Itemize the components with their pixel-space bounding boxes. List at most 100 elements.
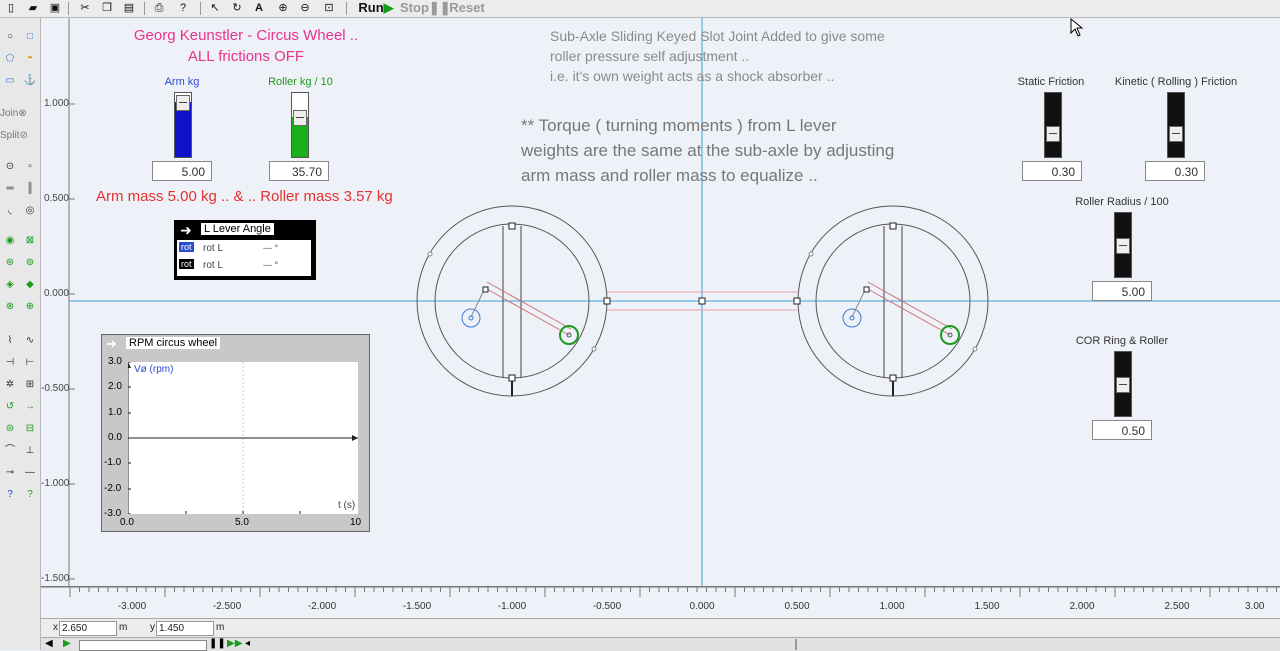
rpm-y-tick: 1.0 — [108, 407, 122, 418]
cor-thumb[interactable] — [1116, 377, 1130, 393]
rpm-y-tick: 2.0 — [108, 381, 122, 392]
motor2-tool-icon[interactable]: ⊜ — [0, 422, 20, 436]
polygon-tool-icon[interactable]: ⬠ — [0, 52, 20, 66]
anchor-tool-icon[interactable]: ⚓ — [20, 74, 40, 88]
spring-tool-icon[interactable]: ⌇ — [0, 334, 20, 348]
static-friction-slider[interactable] — [1044, 92, 1062, 158]
actuator-tool-icon[interactable]: ⊠ — [20, 234, 40, 248]
y-coord-unit: m — [216, 622, 225, 633]
cor-input[interactable]: 0.50 — [1092, 420, 1152, 440]
motor-tool-icon[interactable]: ◉ — [0, 234, 20, 248]
title-line-1: Georg Keunstler - Circus Wheel .. — [133, 27, 359, 44]
static-friction-thumb[interactable] — [1046, 126, 1060, 142]
roller-slider[interactable] — [291, 92, 309, 158]
circle-tool-icon[interactable]: ○ — [0, 30, 20, 44]
roller-radius-slider[interactable] — [1114, 212, 1132, 278]
toolbar: ▯ ▰ ▣ ✂ ❐ ▤ ⎙ ? ↖ ↻ A ⊕ ⊖ ⊡ Run▶ Stop❚❚ … — [0, 0, 1280, 18]
rot-damper-tool-icon[interactable]: ⊞ — [20, 378, 40, 392]
zoom-out-icon[interactable]: ⊖ — [298, 0, 312, 16]
stop-button[interactable]: Stop❚❚ — [400, 0, 451, 16]
lever-angle-meter[interactable]: ➜ L Lever Angle rot rot L --- ° rot rot … — [174, 220, 316, 280]
rope-tool-icon[interactable]: ║ — [20, 182, 40, 196]
gear-tool-icon[interactable]: ⊛ — [0, 256, 20, 270]
rpm-graph[interactable]: ➜ RPM circus wheel Vø (rpm) t (s) 3.0 2.… — [101, 334, 370, 532]
zoom-in-icon[interactable]: ⊕ — [276, 0, 290, 16]
damper2-tool-icon[interactable]: ⊢ — [20, 356, 40, 370]
arrow-icon: ➜ — [106, 336, 117, 351]
kinetic-friction-thumb[interactable] — [1169, 126, 1183, 142]
curved-tool-icon[interactable]: ◓ — [20, 52, 40, 66]
help-icon[interactable]: ? — [176, 0, 190, 16]
new-file-icon[interactable]: ▯ — [4, 0, 18, 16]
pointer-icon[interactable]: ↖ — [208, 0, 222, 16]
x-tick-label: 2.000 — [1069, 601, 1095, 612]
x-tick-label: -3.000 — [117, 601, 147, 612]
coordinate-bar: x 2.650 m y 1.450 m — [41, 618, 1280, 637]
x-coord-input[interactable]: 2.650 — [59, 621, 117, 636]
rot-spring-tool-icon[interactable]: ✲ — [0, 378, 20, 392]
separator-tool-icon[interactable]: ⊥ — [20, 444, 40, 458]
rewind-icon[interactable]: ◀ — [45, 638, 53, 649]
pulley2-tool-icon[interactable]: ◆ — [20, 278, 40, 292]
reset-button[interactable]: Reset — [446, 0, 488, 16]
arm-slider[interactable] — [174, 92, 192, 158]
kinetic-friction-input[interactable]: 0.30 — [1145, 161, 1205, 181]
torque-tool-icon[interactable]: ↺ — [0, 400, 20, 414]
spring2-tool-icon[interactable]: ∿ — [20, 334, 40, 348]
square-tool-icon[interactable]: □ — [20, 30, 40, 44]
rot-tag: rot — [179, 259, 194, 269]
scroll-left-icon[interactable]: ◂ — [245, 638, 250, 649]
cut-icon[interactable]: ✂ — [78, 0, 92, 16]
rotary2-tool-icon[interactable]: ⊕ — [20, 300, 40, 314]
pin-tool-icon[interactable]: ◎ — [20, 204, 40, 218]
forward-icon[interactable]: ▶▶ — [227, 638, 242, 649]
y-coord-input[interactable]: 1.450 — [156, 621, 214, 636]
actuator2-tool-icon[interactable]: ⊟ — [20, 422, 40, 436]
step-icon[interactable]: ❚❚ — [209, 638, 226, 649]
paste-icon[interactable]: ▤ — [122, 0, 136, 16]
curve-tool-icon[interactable]: ⌒ — [0, 444, 20, 458]
pulley-tool-icon[interactable]: ◈ — [0, 278, 20, 292]
play-icon[interactable]: ▶ — [63, 638, 71, 649]
help-tool-icon[interactable]: ? — [0, 488, 20, 502]
open-folder-icon[interactable]: ▰ — [26, 0, 40, 16]
playback-slider[interactable] — [79, 640, 207, 651]
join-button[interactable]: Join⊗ — [0, 108, 38, 119]
rotate-icon[interactable]: ↻ — [230, 0, 244, 16]
zoom-fit-icon[interactable]: ⊡ — [322, 0, 336, 16]
roller-radius-input[interactable]: 5.00 — [1092, 281, 1152, 301]
square-point-tool-icon[interactable]: ▫ — [20, 160, 40, 174]
copy-icon[interactable]: ❐ — [100, 0, 114, 16]
point-tool-icon[interactable]: ⊙ — [0, 160, 20, 174]
arm-slider-thumb[interactable] — [176, 95, 190, 111]
print-icon[interactable]: ⎙ — [152, 0, 166, 16]
arm-kg-input[interactable]: 5.00 — [152, 161, 212, 181]
static-friction-input[interactable]: 0.30 — [1022, 161, 1082, 181]
split-button[interactable]: Split⊘ — [0, 130, 38, 141]
kinetic-friction-slider[interactable] — [1167, 92, 1185, 158]
note-line-1: Sub-Axle Sliding Keyed Slot Joint Added … — [550, 28, 885, 44]
save-icon[interactable]: ▣ — [48, 0, 62, 16]
help2-tool-icon[interactable]: ? — [20, 488, 40, 502]
line2-tool-icon[interactable]: — — [20, 466, 40, 480]
gear2-tool-icon[interactable]: ⊚ — [20, 256, 40, 270]
rod-tool-icon[interactable]: ═ — [0, 182, 20, 196]
run-button[interactable]: Run▶ — [356, 0, 396, 16]
line-tool-icon[interactable]: ⊸ — [0, 466, 20, 480]
cor-slider[interactable] — [1114, 351, 1132, 417]
roller-kg-input[interactable]: 35.70 — [269, 161, 329, 181]
roller-slider-thumb[interactable] — [293, 110, 307, 126]
rect-tool-icon[interactable]: ▭ — [0, 74, 20, 88]
damper-tool-icon[interactable]: ⊣ — [0, 356, 20, 370]
slot-tool-icon[interactable]: ◟ — [0, 204, 20, 218]
arm-kg-label: Arm kg — [164, 76, 200, 88]
rotary-tool-icon[interactable]: ⊗ — [0, 300, 20, 314]
text-tool-icon[interactable]: A — [252, 0, 266, 16]
roller-radius-thumb[interactable] — [1116, 238, 1130, 254]
force-tool-icon[interactable]: → — [20, 400, 40, 414]
playback-bar: ◀ ▶ ❚❚ ▶▶ ◂ — [41, 637, 1280, 651]
simulation-canvas[interactable]: 1.000 0.500 0.000 -0.500 -1.000 -1.500 G… — [41, 18, 1280, 586]
rot-row-name: rot L — [203, 260, 224, 271]
rot-tag: rot — [179, 242, 194, 252]
scroll-thumb[interactable] — [795, 639, 797, 650]
